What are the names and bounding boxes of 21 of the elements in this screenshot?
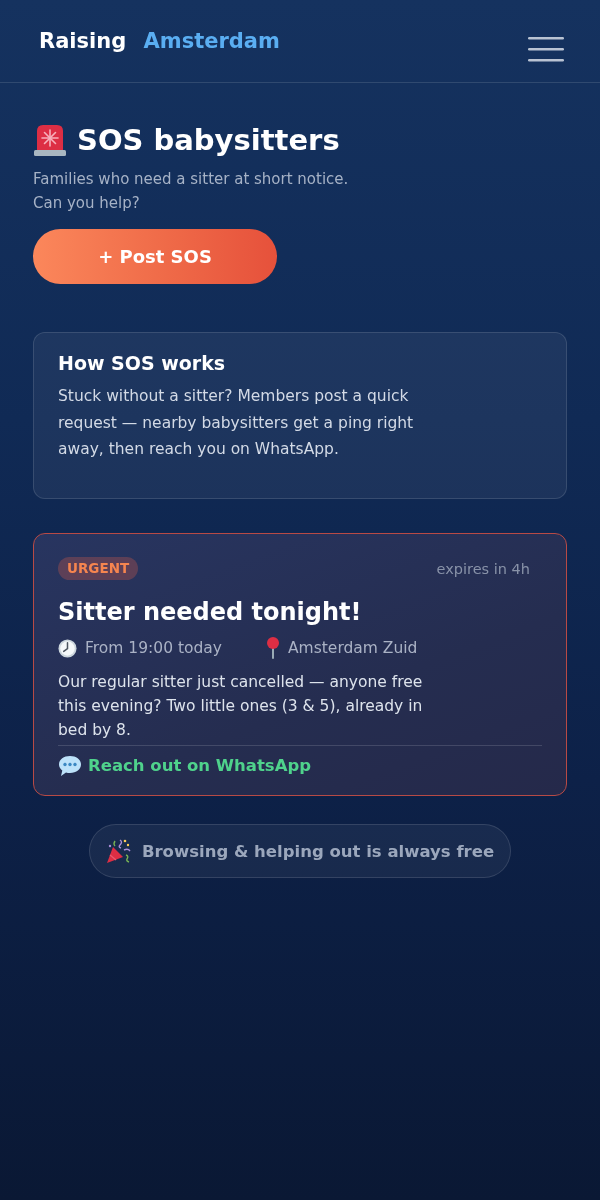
- clock-icon: [58, 638, 77, 658]
- party-popper-icon: [105, 838, 132, 864]
- meta-text: Amsterdam Zuid: [288, 638, 418, 659]
- promo-text: Browsing & helping out is always free: [141, 841, 495, 861]
- subtitle-text: Families who need a sitter at short notice.: [33, 169, 350, 190]
- pin-icon: [266, 637, 280, 659]
- info-text: Stuck without a sitter? Members post a quick request — nearby babysitters get a ping right away, then reach you on WhatsApp.: [58, 386, 415, 460]
- info-title: How SOS works: [58, 351, 227, 376]
- subtitle-text: Can you help?: [33, 193, 141, 214]
- menu-button[interactable]: [528, 36, 564, 62]
- siren-icon: [33, 123, 67, 157]
- post-title: Sitter needed tonight!: [58, 597, 363, 628]
- whatsapp-link[interactable]: Reach out on WhatsApp: [58, 754, 312, 778]
- page-title: SOS babysitters: [77, 122, 340, 159]
- meta-text: From 19:00 today: [85, 638, 222, 659]
- menu-icon: [528, 36, 564, 62]
- urgent-badge: URGENT: [58, 557, 139, 580]
- expiry-text: expires in 4h: [436, 560, 530, 577]
- logo-link[interactable]: Raising Amsterdam: [39, 29, 280, 53]
- speech-bubble-icon: [58, 755, 82, 777]
- post-text: Our regular sitter just cancelled — anyone free this evening? Two little ones (3 & 5), already in bed by 8.: [58, 672, 424, 741]
